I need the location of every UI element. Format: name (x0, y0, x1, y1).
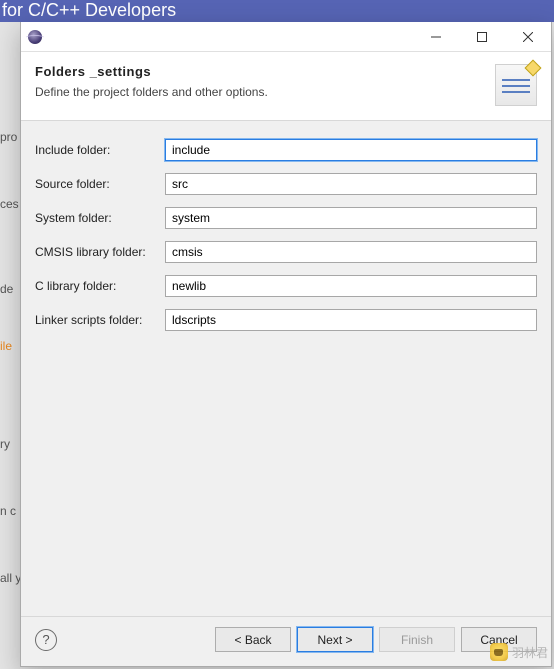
system-folder-input[interactable] (165, 207, 537, 229)
row-system: System folder: (35, 207, 537, 229)
bg-text: ile (0, 339, 20, 353)
cmsis-library-folder-input[interactable] (165, 241, 537, 263)
close-icon (523, 32, 533, 42)
maximize-button[interactable] (459, 22, 505, 51)
page-subtitle: Define the project folders and other opt… (35, 85, 485, 99)
row-cmsis: CMSIS library folder: (35, 241, 537, 263)
bg-text: all y (0, 571, 20, 585)
row-clib: C library folder: (35, 275, 537, 297)
titlebar (21, 22, 551, 52)
row-include: Include folder: (35, 139, 537, 161)
wizard-dialog: Folders _settings Define the project fol… (20, 22, 552, 667)
label-clib: C library folder: (35, 279, 165, 293)
finish-button: Finish (379, 627, 455, 652)
bg-text: ry (0, 437, 20, 451)
label-cmsis: CMSIS library folder: (35, 245, 165, 259)
label-linker: Linker scripts folder: (35, 313, 165, 327)
wizard-banner-icon (495, 64, 537, 106)
back-button[interactable]: < Back (215, 627, 291, 652)
form-body: Include folder: Source folder: System fo… (21, 121, 551, 616)
label-include: Include folder: (35, 143, 165, 157)
row-linker: Linker scripts folder: (35, 309, 537, 331)
dialog-header: Folders _settings Define the project fol… (21, 52, 551, 121)
eclipse-icon (21, 22, 49, 51)
help-icon: ? (42, 632, 49, 647)
source-folder-input[interactable] (165, 173, 537, 195)
bg-text: n c (0, 504, 20, 518)
next-button[interactable]: Next > (297, 627, 373, 652)
label-system: System folder: (35, 211, 165, 225)
row-source: Source folder: (35, 173, 537, 195)
bg-title-fragment: for C/C++ Developers (0, 0, 554, 22)
titlebar-spacer (49, 22, 413, 51)
linker-scripts-folder-input[interactable] (165, 309, 537, 331)
label-source: Source folder: (35, 177, 165, 191)
minimize-button[interactable] (413, 22, 459, 51)
bg-text: de (0, 282, 20, 296)
maximize-icon (477, 32, 487, 42)
close-button[interactable] (505, 22, 551, 51)
dialog-footer: ? < Back Next > Finish Cancel (21, 616, 551, 666)
page-title: Folders _settings (35, 64, 485, 79)
minimize-icon (431, 32, 441, 42)
include-folder-input[interactable] (165, 139, 537, 161)
help-button[interactable]: ? (35, 629, 57, 651)
bg-text: ces (0, 197, 20, 211)
c-library-folder-input[interactable] (165, 275, 537, 297)
bg-text: pro (0, 130, 20, 144)
cancel-button[interactable]: Cancel (461, 627, 537, 652)
